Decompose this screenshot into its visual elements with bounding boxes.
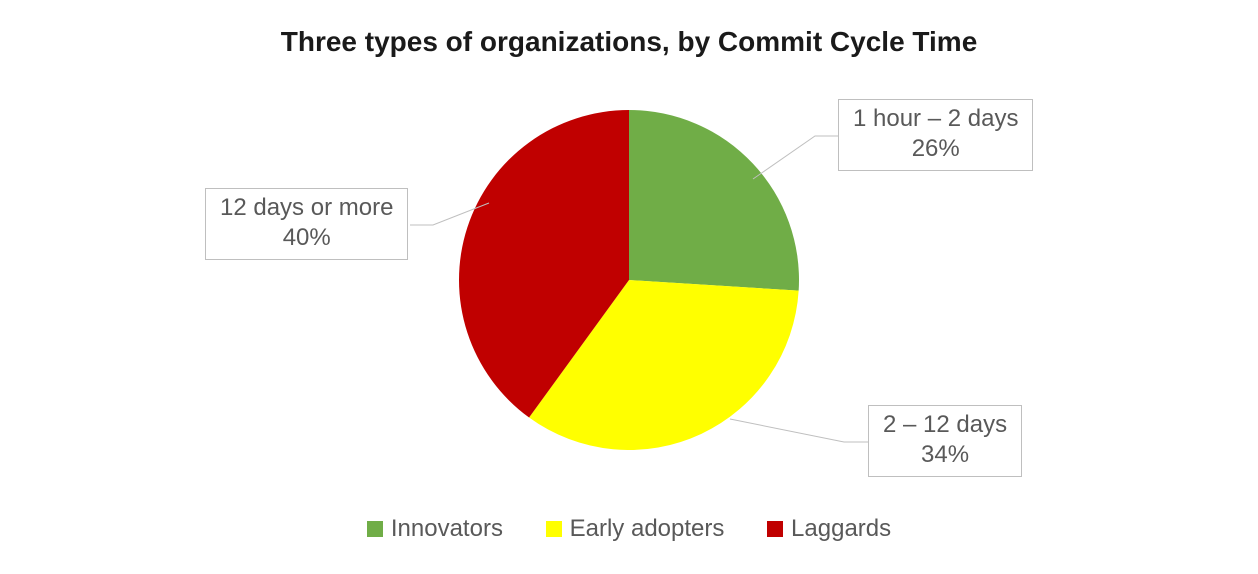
pie-chart: Three types of organizations, by Commit … <box>0 0 1258 574</box>
legend-item-laggards: Laggards <box>767 515 891 543</box>
legend-swatch <box>546 521 562 537</box>
callout-label: 2 – 12 days <box>883 410 1007 440</box>
callout-laggards: 12 days or more 40% <box>205 188 408 260</box>
pie <box>459 110 799 450</box>
callout-label: 12 days or more <box>220 193 393 223</box>
callout-label: 1 hour – 2 days <box>853 104 1018 134</box>
legend-label: Innovators <box>391 515 503 543</box>
callout-innovators: 1 hour – 2 days 26% <box>838 99 1033 171</box>
legend-swatch <box>767 521 783 537</box>
legend-label: Laggards <box>791 515 891 543</box>
callout-pct: 40% <box>220 223 393 253</box>
legend: Innovators Early adopters Laggards <box>0 515 1258 544</box>
legend-item-innovators: Innovators <box>367 515 503 543</box>
callout-pct: 26% <box>853 134 1018 164</box>
pie-slice <box>629 110 799 291</box>
callout-early-adopters: 2 – 12 days 34% <box>868 405 1022 477</box>
legend-item-early-adopters: Early adopters <box>546 515 725 543</box>
legend-swatch <box>367 521 383 537</box>
callout-pct: 34% <box>883 440 1007 470</box>
legend-label: Early adopters <box>570 515 725 543</box>
chart-title: Three types of organizations, by Commit … <box>0 26 1258 58</box>
